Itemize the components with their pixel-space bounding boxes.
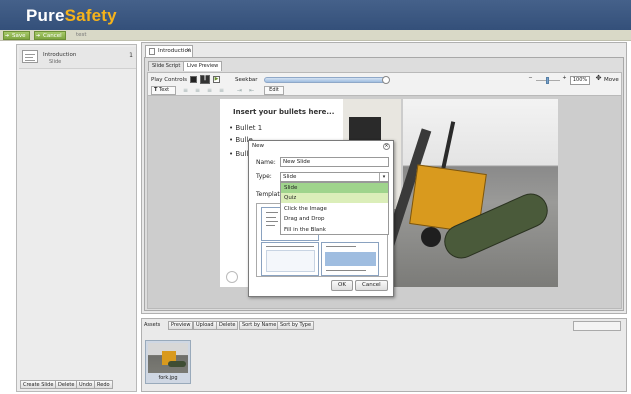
- bullet-item: • Bullet 1: [229, 124, 263, 132]
- text-icon: T: [154, 87, 158, 93]
- slide-list-item[interactable]: Introduction Slide 1: [19, 47, 136, 69]
- tab-live-preview[interactable]: Live Preview: [183, 61, 223, 71]
- sort-by-name-button[interactable]: Sort by Name: [239, 321, 280, 330]
- assets-panel: Assets Preview Upload Delete Sort by Nam…: [141, 318, 627, 392]
- type-select[interactable]: Slide ▾: [280, 172, 389, 182]
- option-click-the-image[interactable]: Click the Image: [281, 204, 388, 214]
- indent-icon[interactable]: ⇥: [236, 87, 243, 94]
- option-quiz[interactable]: Quiz: [281, 193, 388, 203]
- dialog-title: New: [252, 143, 264, 149]
- player-controls: Play Controls ‖ ▶ Seekbar − + 100% ✥ Mov…: [147, 72, 622, 95]
- pause-icon[interactable]: ‖: [200, 75, 210, 84]
- cancel-dialog-button[interactable]: Cancel: [355, 280, 388, 291]
- align-center-icon[interactable]: ≡: [194, 87, 201, 94]
- template-option[interactable]: [321, 242, 379, 276]
- document-icon: [149, 48, 155, 55]
- tab-introduction[interactable]: Introduction ✕: [145, 45, 193, 57]
- upload-button[interactable]: Upload: [193, 321, 217, 330]
- seek-knob[interactable]: [382, 76, 390, 84]
- type-dropdown: Slide Quiz Click the Image Drag and Drop…: [280, 182, 389, 235]
- outdent-icon[interactable]: ⇤: [248, 87, 255, 94]
- top-toolbar: ➔ Save ➔ Cancel test: [0, 30, 631, 41]
- document-name: test: [76, 32, 87, 38]
- option-drag-and-drop[interactable]: Drag and Drop: [281, 214, 388, 224]
- ok-button[interactable]: OK: [331, 280, 353, 291]
- stop-icon[interactable]: [190, 76, 197, 83]
- assets-search-input[interactable]: [573, 321, 621, 331]
- option-fill-in-the-blank[interactable]: Fill in the Blank: [281, 225, 388, 235]
- redo-button[interactable]: Redo: [94, 380, 113, 389]
- zoom-out-icon[interactable]: −: [527, 76, 534, 83]
- move-label[interactable]: Move: [604, 77, 619, 83]
- arrow-icon: ➔: [5, 33, 10, 39]
- slide-number: 1: [129, 52, 133, 59]
- play-controls-label: Play Controls: [151, 77, 187, 83]
- slides-panel: Introduction Slide 1 Create Slide Delete…: [16, 44, 137, 392]
- align-justify-icon[interactable]: ≡: [218, 87, 225, 94]
- sort-by-type-button[interactable]: Sort by Type: [277, 321, 315, 330]
- type-label: Type:: [256, 173, 272, 180]
- cancel-button[interactable]: ➔ Cancel: [34, 31, 66, 40]
- delete-asset-button[interactable]: Delete: [216, 321, 239, 330]
- close-icon[interactable]: ×: [383, 143, 390, 150]
- assets-toolbar: Assets Preview Upload Delete Sort by Nam…: [142, 319, 626, 332]
- chevron-down-icon[interactable]: ▾: [379, 173, 388, 181]
- asset-image: [148, 343, 188, 373]
- close-icon[interactable]: ✕: [186, 47, 191, 54]
- asset-item[interactable]: fork.jpg: [145, 340, 191, 384]
- zoom-level[interactable]: 100%: [570, 76, 590, 85]
- delete-slide-button[interactable]: Delete: [55, 380, 78, 389]
- create-slide-button[interactable]: Create Slide: [20, 380, 57, 389]
- name-input[interactable]: New Slide: [280, 157, 389, 167]
- align-left-icon[interactable]: ≡: [182, 87, 189, 94]
- tab-slide-script[interactable]: Slide Script: [148, 61, 185, 71]
- puresafety-logo: PureSafety: [26, 6, 117, 25]
- text-button[interactable]: T Text: [151, 86, 176, 95]
- preview-button[interactable]: Preview: [168, 321, 194, 330]
- slide-type: Slide: [49, 59, 62, 65]
- play-icon[interactable]: ▶: [213, 76, 220, 83]
- seekbar[interactable]: [264, 76, 390, 84]
- undo-button[interactable]: Undo: [76, 380, 96, 389]
- zoom-in-icon[interactable]: +: [561, 76, 568, 83]
- assets-label: Assets: [144, 322, 161, 328]
- edit-button[interactable]: Edit: [264, 86, 284, 95]
- slide-heading: Insert your bullets here...: [233, 108, 335, 116]
- align-right-icon[interactable]: ≡: [206, 87, 213, 94]
- move-icon[interactable]: ✥: [595, 75, 602, 83]
- asset-filename: fork.jpg: [158, 375, 178, 381]
- audio-icon[interactable]: [226, 271, 238, 283]
- template-option[interactable]: [261, 242, 319, 276]
- save-button[interactable]: ➔ Save: [3, 31, 30, 40]
- slide-title: Introduction: [43, 52, 77, 58]
- zoom-knob[interactable]: [546, 77, 549, 84]
- seekbar-label: Seekbar: [235, 77, 258, 83]
- slide-thumbnail: [22, 50, 38, 63]
- arrow-icon: ➔: [36, 33, 41, 39]
- new-slide-dialog: New × Name: New Slide Type: Slide ▾ Slid…: [248, 140, 394, 297]
- option-slide[interactable]: Slide: [281, 183, 388, 193]
- name-label: Name:: [256, 159, 276, 166]
- app-header: PureSafety: [0, 0, 631, 30]
